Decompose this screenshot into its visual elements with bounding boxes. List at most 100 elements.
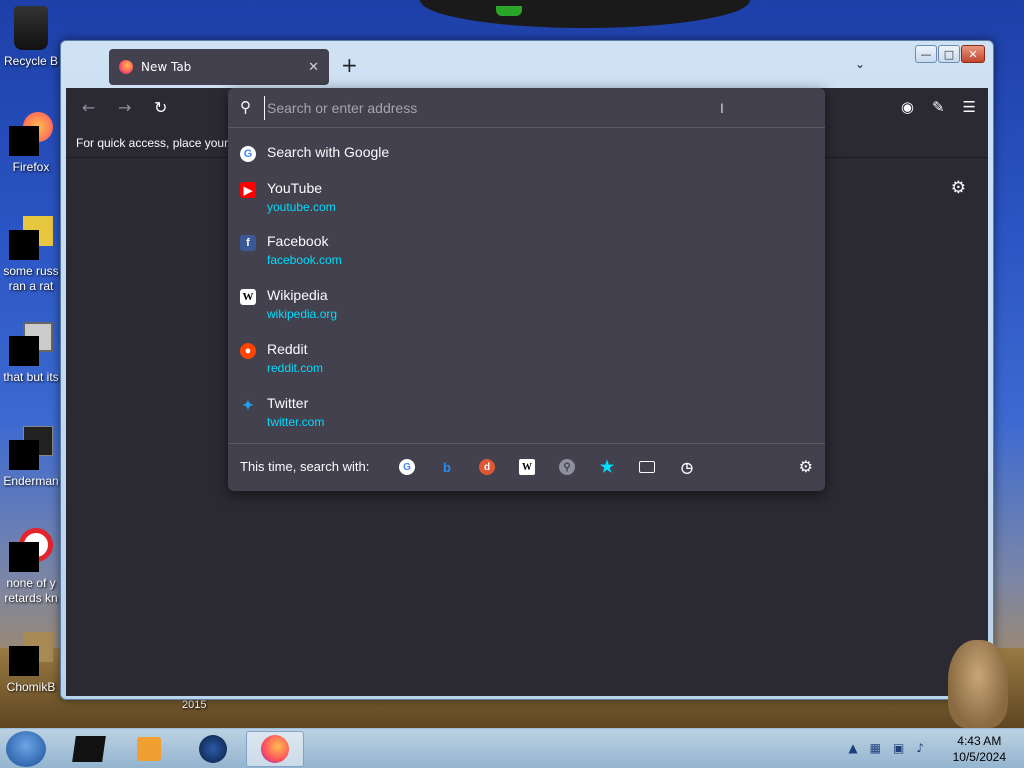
globe-icon <box>199 735 227 763</box>
page-settings-gear-icon[interactable]: ⚙ <box>951 178 966 198</box>
suggestion-search-google[interactable]: G Search with Google <box>240 144 810 166</box>
taskbar-app-media[interactable] <box>120 731 178 767</box>
close-window-button[interactable]: ✕ <box>961 45 985 63</box>
suggestion-title: Twitter <box>267 395 309 411</box>
search-icon: ⚲ <box>240 99 251 116</box>
hamburger-menu-icon[interactable]: ☰ <box>963 98 976 116</box>
opera-icon <box>9 528 53 572</box>
suggestion-facebook[interactable]: f Facebook facebook.com <box>240 233 810 273</box>
tab-new-tab[interactable]: New Tab ✕ <box>109 49 329 85</box>
reddit-icon: ● <box>240 343 256 359</box>
duckduckgo-engine-icon[interactable]: d <box>479 459 495 475</box>
desktop-icon-firefox[interactable]: Firefox <box>0 112 62 175</box>
tabs-icon[interactable] <box>639 461 655 473</box>
desktop-top-ornament <box>420 0 750 28</box>
firefox-icon <box>261 735 289 763</box>
text-cursor-icon: I <box>720 100 724 116</box>
suggestion-title: Facebook <box>267 233 329 249</box>
wikipedia-icon: W <box>240 289 256 305</box>
firefox-tab-icon <box>119 60 133 74</box>
clock-time: 4:43 AM <box>957 734 1002 748</box>
suggestion-reddit[interactable]: ● Reddit reddit.com <box>240 341 810 381</box>
window-stack-icon <box>9 322 53 366</box>
toolbar-right-icons: ◉ ✎ ☰ <box>901 98 976 116</box>
taskbar: ▲ ▦ ▣ ♪ 4:43 AM 10/5/2024 <box>0 728 1024 768</box>
desktop-icon-label: Recycle B <box>3 54 59 68</box>
facebook-icon: f <box>240 235 256 251</box>
suggestion-twitter[interactable]: ✦ Twitter twitter.com <box>240 395 810 435</box>
desktop-icon-label: some russ <box>3 264 59 278</box>
clock-date: 10/5/2024 <box>952 750 1006 764</box>
desktop-icon-shortcut-2[interactable]: that but its <box>0 322 62 385</box>
search-one-off-bar: This time, search with: G b d W ⚲ ★ ◷ ⚙ <box>228 443 825 491</box>
suggestion-url: reddit.com <box>267 361 324 375</box>
tray-app-icon[interactable]: ▦ <box>870 741 881 755</box>
google-engine-icon[interactable]: G <box>399 459 415 475</box>
bookmarks-hint-text: For quick access, place your b <box>76 136 239 150</box>
hamster-icon <box>9 632 53 676</box>
desktop-icon-recycle-bin[interactable]: Recycle B <box>0 6 62 69</box>
suggestion-title: Reddit <box>267 341 308 357</box>
desktop-icon-label: ChomikB <box>6 680 56 694</box>
desktop-icon-label-line2: retards kn <box>4 591 58 605</box>
window-controls: — □ ✕ <box>914 45 985 63</box>
suggestion-url: twitter.com <box>267 415 325 429</box>
bing-engine-icon[interactable]: b <box>439 459 455 475</box>
google-icon: G <box>240 146 256 162</box>
back-arrow-icon[interactable]: ← <box>82 98 95 117</box>
wikipedia-engine-icon[interactable]: W <box>519 459 535 475</box>
urlbar: ⚲ I <box>228 88 825 128</box>
network-icon[interactable]: ▣ <box>893 741 904 755</box>
search-with-label: This time, search with: <box>240 459 370 474</box>
desktop-icon-label-line2: ran a rat <box>8 279 54 293</box>
firefox-icon <box>9 112 53 156</box>
twitter-icon: ✦ <box>242 396 254 413</box>
desktop-icon-chomik[interactable]: ChomikB <box>0 632 62 695</box>
suggestion-url: youtube.com <box>267 200 336 214</box>
extensions-puzzle-icon[interactable]: ✎ <box>932 98 945 116</box>
desktop-stray-label: 2015 <box>182 699 207 711</box>
desktop-icon-shortcut-1[interactable]: some russ ran a rat <box>0 216 62 294</box>
desktop-icon-label: Firefox <box>12 160 50 174</box>
terminal-icon <box>72 736 106 762</box>
system-clock[interactable]: 4:43 AM 10/5/2024 <box>953 733 1006 765</box>
urlbar-dropdown: ⚲ I G Search with Google ▶ YouTube youtu… <box>228 88 825 491</box>
document-icon <box>9 216 53 260</box>
close-tab-icon[interactable]: ✕ <box>308 60 319 75</box>
desktop-icon-label: Enderman <box>3 474 59 488</box>
list-all-tabs-chevron-icon[interactable]: ⌄ <box>855 57 865 71</box>
desktop-icon-label: none of y <box>6 576 56 590</box>
history-clock-icon[interactable]: ◷ <box>679 459 695 475</box>
recycle-bin-icon <box>14 6 48 50</box>
search-settings-gear-icon[interactable]: ⚙ <box>799 457 813 477</box>
start-button[interactable] <box>6 731 46 767</box>
taskbar-app-firefox[interactable] <box>246 731 304 767</box>
minimize-button[interactable]: — <box>915 45 937 63</box>
suggestion-title: YouTube <box>267 180 323 196</box>
pocket-icon[interactable]: ◉ <box>901 98 914 116</box>
desktop-icon-label: that but its <box>3 370 59 384</box>
suggestion-title: Search with Google <box>267 144 390 160</box>
desktop-icon-shortcut-3[interactable]: none of y retards kn <box>0 528 62 606</box>
suggestion-title: Wikipedia <box>267 287 328 303</box>
suggestion-youtube[interactable]: ▶ YouTube youtube.com <box>240 180 810 220</box>
youtube-icon: ▶ <box>240 182 256 198</box>
taskbar-app-globe[interactable] <box>184 731 242 767</box>
suggestion-url: wikipedia.org <box>267 307 338 321</box>
desktop-hamster-image <box>948 640 1008 728</box>
search-engine-magnifier-icon[interactable]: ⚲ <box>559 459 575 475</box>
maximize-button[interactable]: □ <box>938 45 960 63</box>
new-tab-button[interactable]: + <box>341 55 358 75</box>
enderman-icon <box>9 426 53 470</box>
tray-expand-icon[interactable]: ▲ <box>848 741 857 755</box>
forward-arrow-icon[interactable]: → <box>118 98 131 117</box>
bookmarks-star-icon[interactable]: ★ <box>599 459 615 476</box>
media-player-icon <box>137 737 161 761</box>
desktop-icon-enderman[interactable]: Enderman <box>0 426 62 489</box>
reload-icon[interactable]: ↻ <box>154 98 167 117</box>
taskbar-app-terminal[interactable] <box>60 731 118 767</box>
volume-icon[interactable]: ♪ <box>916 741 924 755</box>
suggestion-url: facebook.com <box>267 253 342 267</box>
suggestion-wikipedia[interactable]: W Wikipedia wikipedia.org <box>240 287 810 327</box>
system-tray: ▲ ▦ ▣ ♪ <box>848 741 924 755</box>
